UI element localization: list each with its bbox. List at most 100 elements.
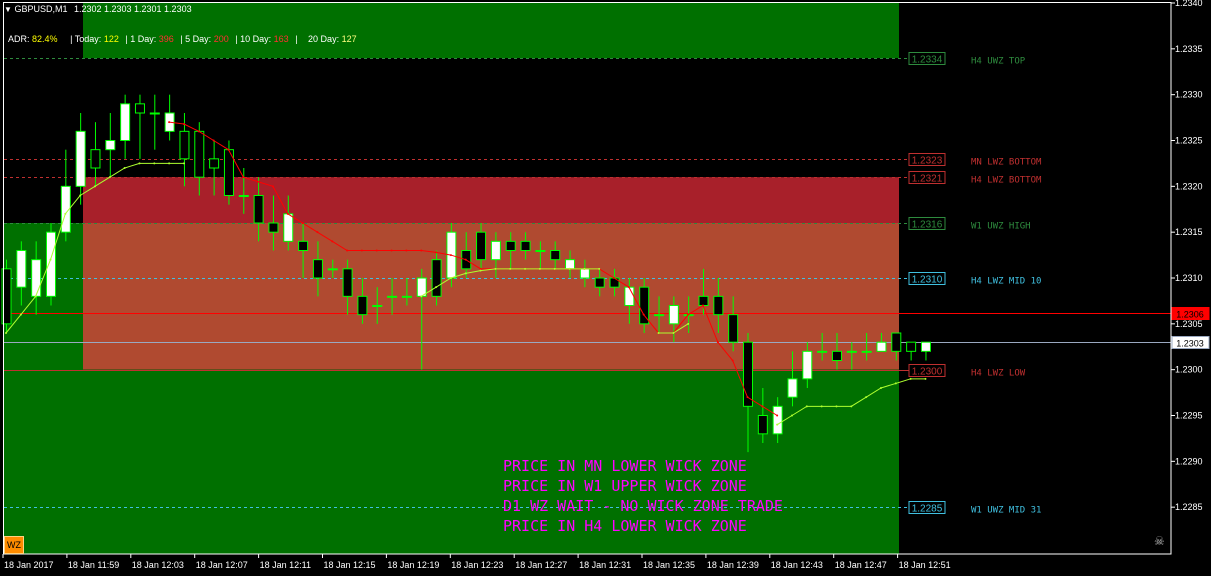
ohlc-values: 1.2302 1.2303 1.2301 1.2303 [73, 4, 192, 14]
separator: | [70, 34, 73, 44]
d20-value: 127 [341, 34, 357, 44]
candle-body [194, 130, 205, 178]
symbol-label: GBPUSD,M1 [14, 4, 68, 14]
level-value-label: 1.2323 [912, 156, 943, 167]
candle-body [312, 259, 323, 279]
separator: | [180, 34, 183, 44]
candle-body [298, 240, 309, 251]
d20-label: 20 Day: [308, 34, 340, 44]
y-tick-label: 1.2335 [1175, 44, 1203, 54]
x-tick-label: 18 Jan 12:23 [451, 560, 503, 570]
candle-body [45, 231, 56, 297]
separator: | [295, 34, 298, 44]
y-tick-label: 1.2305 [1175, 319, 1203, 329]
y-tick-label: 1.2300 [1175, 365, 1203, 375]
chart-window[interactable]: 1.2334 H4 UWZ TOP 1.2323 MN LWZ BOTTOM 1.232… [0, 0, 1211, 576]
y-tick-label: 1.2315 [1175, 227, 1203, 237]
candle-body [757, 415, 768, 435]
zone-mn-red [83, 177, 899, 223]
x-tick-label: 18 Jan 12:39 [707, 560, 759, 570]
y-tick-label: 1.2330 [1175, 90, 1203, 100]
candle-body [505, 240, 516, 251]
x-tick-label: 18 Jan 12:27 [515, 560, 567, 570]
x-tick-label: 18 Jan 11:59 [68, 560, 119, 570]
separator: | [235, 34, 238, 44]
level-name-label: W1 UWZ MID 31 [971, 506, 1041, 516]
level-value-label: 1.2300 [912, 367, 943, 378]
level-name-label: H4 LWZ LOW [971, 369, 1026, 379]
level-name-label: H4 LWZ MID 10 [971, 277, 1041, 287]
candle-body [387, 295, 398, 298]
level-value-label: 1.2321 [912, 174, 943, 185]
candle-body [668, 305, 679, 325]
wz-badge[interactable]: WZ [4, 536, 24, 554]
candle-body [609, 277, 620, 288]
d1-value: 396 [158, 34, 174, 44]
d10-label: 10 Day: [240, 34, 272, 44]
candle-body [342, 268, 353, 297]
candle-body [861, 350, 872, 353]
candle-body [490, 240, 501, 261]
y-tick-label: 1.2340 [1175, 0, 1203, 8]
level-value-label: 1.2334 [912, 55, 943, 66]
candle-body [550, 250, 561, 261]
candle-body [831, 350, 842, 362]
candle-body [906, 341, 917, 352]
candle-body [891, 332, 902, 352]
candle-body [357, 295, 368, 316]
candle-body [31, 259, 42, 297]
candle-body [268, 222, 279, 233]
adr-value: 82.4% [32, 34, 58, 44]
d10-value: 163 [273, 34, 289, 44]
x-tick-label: 18 Jan 2017 [4, 560, 54, 570]
y-tick-label: 1.2285 [1175, 502, 1203, 512]
y-tick-label: 1.2310 [1175, 273, 1203, 283]
d5-value: 200 [213, 34, 229, 44]
level-value-label: 1.2310 [912, 275, 943, 286]
dropdown-triangle-icon[interactable]: ▼ [4, 5, 12, 14]
zone-bottom-green [83, 369, 899, 554]
ask-line-label: 1.2303 [1176, 339, 1204, 349]
candle-body [728, 314, 739, 343]
candle-body [283, 213, 294, 242]
level-name-label: H4 LWZ BOTTOM [971, 176, 1042, 186]
zone-left-green [4, 223, 83, 554]
x-tick-label: 18 Jan 12:15 [324, 560, 376, 570]
candle-body [401, 295, 412, 298]
zone-top-green [83, 3, 899, 58]
candle-body [134, 103, 145, 114]
candle-body [535, 250, 546, 252]
y-tick-label: 1.2320 [1175, 181, 1203, 191]
level-value-label: 1.2285 [912, 504, 943, 515]
candle-body [149, 112, 160, 115]
candle-body [698, 295, 709, 307]
candle-body [713, 295, 724, 316]
x-tick-label: 18 Jan 12:47 [835, 560, 887, 570]
candle-body [565, 259, 576, 270]
candle-body [802, 350, 813, 380]
candle-body [920, 341, 931, 352]
candle-body [654, 314, 665, 317]
candle-body [772, 405, 783, 435]
candle-body [209, 158, 220, 169]
x-tick-label: 18 Jan 12:31 [579, 560, 631, 570]
today-label: Today: [74, 34, 102, 44]
candle-body [846, 350, 857, 353]
candle-body [90, 149, 101, 169]
candle-body [179, 130, 190, 160]
zone-message-w1: PRICE IN W1 UPPER WICK ZONE [503, 477, 747, 495]
candle-body [431, 259, 442, 297]
candle-body [876, 341, 887, 352]
adr-label: ADR: [8, 34, 30, 44]
candle-body [120, 103, 131, 142]
candle-body [594, 277, 605, 288]
y-tick-label: 1.2325 [1175, 136, 1203, 146]
candle-body [476, 231, 487, 261]
d5-label: 5 Day: [185, 34, 212, 44]
d1-label: 1 Day: [130, 34, 157, 44]
candle-body [105, 140, 116, 151]
level-name-label: W1 UWZ HIGH [971, 222, 1031, 232]
y-tick-label: 1.2290 [1175, 456, 1203, 466]
level-name-label: MN LWZ BOTTOM [971, 158, 1042, 168]
level-value-label: 1.2316 [912, 220, 943, 231]
